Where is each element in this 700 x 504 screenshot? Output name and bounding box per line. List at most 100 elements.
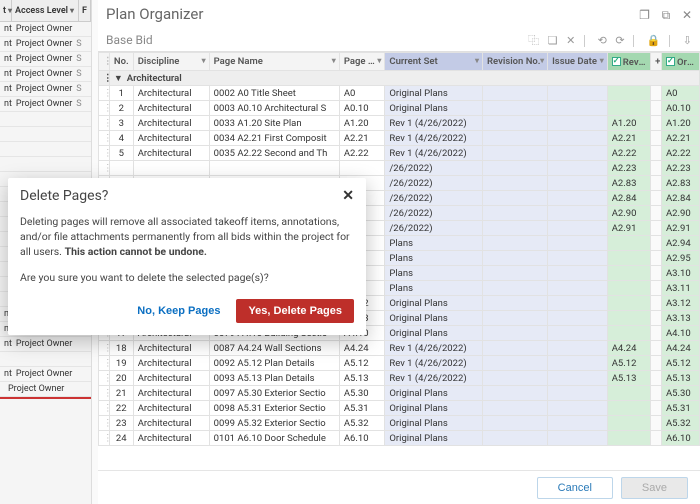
col-revision-no[interactable]: Revision No.▾ — [483, 53, 548, 71]
table-row[interactable]: ⋮⋮ 2 Architectural 0003 A0.10 Architectu… — [99, 101, 700, 116]
cell-original: A2.90 — [661, 206, 699, 221]
col-add-revision[interactable]: + — [651, 53, 662, 71]
cell-original: A4.10 — [661, 326, 699, 341]
drag-handle-icon[interactable]: ⋮⋮ — [99, 161, 110, 176]
cancel-button[interactable]: Cancel — [537, 477, 613, 499]
col-page-no[interactable]: Page No.▾ — [339, 53, 385, 71]
cell-rev1 — [607, 386, 650, 401]
rotate-right-icon[interactable]: ⟳ — [615, 34, 624, 47]
rotate-left-icon[interactable]: ⟲ — [598, 34, 607, 47]
cell-revision-no — [483, 416, 548, 431]
col-current-set[interactable]: Current Set▾ — [385, 53, 483, 71]
table-row[interactable]: ⋮⋮ 20 Architectural 0093 A5.13 Plan Deta… — [99, 371, 700, 386]
cell-discipline: Architectural — [133, 131, 209, 146]
cell-discipline: Architectural — [133, 341, 209, 356]
drag-handle-icon[interactable]: ⋮⋮ — [99, 416, 110, 431]
cell-rev1: A2.83 — [607, 176, 650, 191]
table-row[interactable]: ⋮⋮ 24 Architectural 0101 A6.10 Door Sche… — [99, 431, 700, 446]
cell-revision-no — [483, 221, 548, 236]
col-f[interactable]: F — [79, 0, 91, 21]
cell-rev1 — [607, 326, 650, 341]
keep-pages-button[interactable]: No, Keep Pages — [129, 299, 228, 323]
delete-pages-button[interactable]: Yes, Delete Pages — [236, 299, 354, 323]
col-original[interactable]: Origi — [661, 53, 699, 71]
cell-issue-date — [548, 326, 608, 341]
modal-body: Deleting pages will remove all associate… — [8, 208, 366, 291]
cell-discipline — [133, 161, 209, 176]
table-row[interactable]: ⋮⋮ 1 Architectural 0002 A0 Title Sheet A… — [99, 86, 700, 101]
cell-revision-no — [483, 386, 548, 401]
close-icon[interactable]: ✕ — [342, 188, 354, 204]
cell-page-name: 0034 A2.21 First Composit — [209, 131, 339, 146]
cell-page-name: 0099 A5.32 Exterior Sectio — [209, 416, 339, 431]
cell-spacer — [651, 311, 662, 326]
cell-revision-no — [483, 251, 548, 266]
cell-current-set: Original Plans — [385, 386, 483, 401]
cell-issue-date — [548, 251, 608, 266]
cell-issue-date — [548, 86, 608, 101]
copy-icon[interactable]: ⿻ — [528, 34, 539, 47]
cell-spacer — [651, 371, 662, 386]
cell-spacer — [651, 386, 662, 401]
drag-handle-icon[interactable]: ⋮⋮ — [99, 131, 110, 146]
cell-revision-no — [483, 176, 548, 191]
table-row[interactable]: ⋮⋮ 21 Architectural 0097 A5.30 Exterior … — [99, 386, 700, 401]
table-row[interactable]: ⋮⋮ /26/2022) A2.23 A2.23 — [99, 161, 700, 176]
cell-original: A6.10 — [661, 431, 699, 446]
cell-page-name: 0035 A2.22 Second and Th — [209, 146, 339, 161]
cell-issue-date — [548, 281, 608, 296]
drag-handle-icon[interactable]: ⋮⋮ — [99, 371, 110, 386]
delete-icon[interactable]: ✕ — [566, 34, 575, 47]
col-rev1[interactable]: Rev 1 — [607, 53, 650, 71]
cell-revision-no — [483, 131, 548, 146]
cell-rev1: A2.23 — [607, 161, 650, 176]
table-row[interactable]: ⋮⋮ 4 Architectural 0034 A2.21 First Comp… — [99, 131, 700, 146]
table-row[interactable]: ⋮⋮ 18 Architectural 0087 A4.24 Wall Sect… — [99, 341, 700, 356]
cell-spacer — [651, 281, 662, 296]
cell-rev1 — [607, 296, 650, 311]
copy-icon[interactable]: ❐ — [639, 8, 650, 22]
cell-rev1: A1.20 — [607, 116, 650, 131]
cell-spacer — [651, 101, 662, 116]
table-row[interactable]: ⋮⋮ 22 Architectural 0098 A5.31 Exterior … — [99, 401, 700, 416]
table-row[interactable]: ⋮⋮ 5 Architectural 0035 A2.22 Second and… — [99, 146, 700, 161]
cell-original: A3.12 — [661, 296, 699, 311]
background-row: ntProject OwnerS — [0, 52, 91, 67]
cell-no — [109, 161, 133, 176]
col-no[interactable]: No. — [109, 53, 133, 71]
cell-spacer — [651, 176, 662, 191]
col-issue-date[interactable]: Issue Date▾ — [548, 53, 608, 71]
drag-handle-icon[interactable]: ⋮⋮ — [99, 401, 110, 416]
cell-current-set: Original Plans — [385, 296, 483, 311]
drag-handle-icon[interactable]: ⋮⋮ — [99, 146, 110, 161]
delete-pages-modal: Delete Pages? ✕ Deleting pages will remo… — [8, 178, 366, 335]
drag-handle-icon[interactable]: ⋮⋮ — [99, 116, 110, 131]
background-row: Project Owner — [0, 382, 91, 397]
close-window-icon[interactable]: ✕ — [682, 8, 692, 22]
col-discipline[interactable]: Discipline▾ — [133, 53, 209, 71]
drag-handle-icon[interactable]: ⋮⋮ — [99, 341, 110, 356]
drag-handle-icon[interactable]: ⋮⋮ — [99, 431, 110, 446]
cell-discipline: Architectural — [133, 386, 209, 401]
popout-icon[interactable]: ⧉ — [662, 8, 671, 22]
col-access-level[interactable]: Access Level▾ — [12, 0, 79, 21]
cell-current-set: /26/2022) — [385, 221, 483, 236]
drag-handle-icon[interactable]: ⋮⋮ — [99, 386, 110, 401]
cell-current-set: Rev 1 (4/26/2022) — [385, 146, 483, 161]
duplicate-icon[interactable]: ❏ — [548, 34, 558, 47]
drag-handle-icon[interactable]: ⋮⋮ — [99, 101, 110, 116]
group-row-architectural[interactable]: ⋮▼Architectural — [99, 71, 700, 86]
cell-issue-date — [548, 431, 608, 446]
cell-spacer — [651, 131, 662, 146]
col-t[interactable]: t▾ — [0, 0, 12, 21]
lock-icon[interactable]: 🔒 — [647, 34, 661, 47]
cell-rev1: A5.12 — [607, 356, 650, 371]
table-row[interactable]: ⋮⋮ 23 Architectural 0099 A5.32 Exterior … — [99, 416, 700, 431]
col-handle[interactable]: ⋮ — [99, 53, 110, 71]
drag-handle-icon[interactable]: ⋮⋮ — [99, 86, 110, 101]
export-icon[interactable]: ⇩ — [683, 34, 692, 47]
drag-handle-icon[interactable]: ⋮⋮ — [99, 356, 110, 371]
table-row[interactable]: ⋮⋮ 3 Architectural 0033 A1.20 Site Plan … — [99, 116, 700, 131]
table-row[interactable]: ⋮⋮ 19 Architectural 0092 A5.12 Plan Deta… — [99, 356, 700, 371]
col-page-name[interactable]: Page Name▾ — [209, 53, 339, 71]
